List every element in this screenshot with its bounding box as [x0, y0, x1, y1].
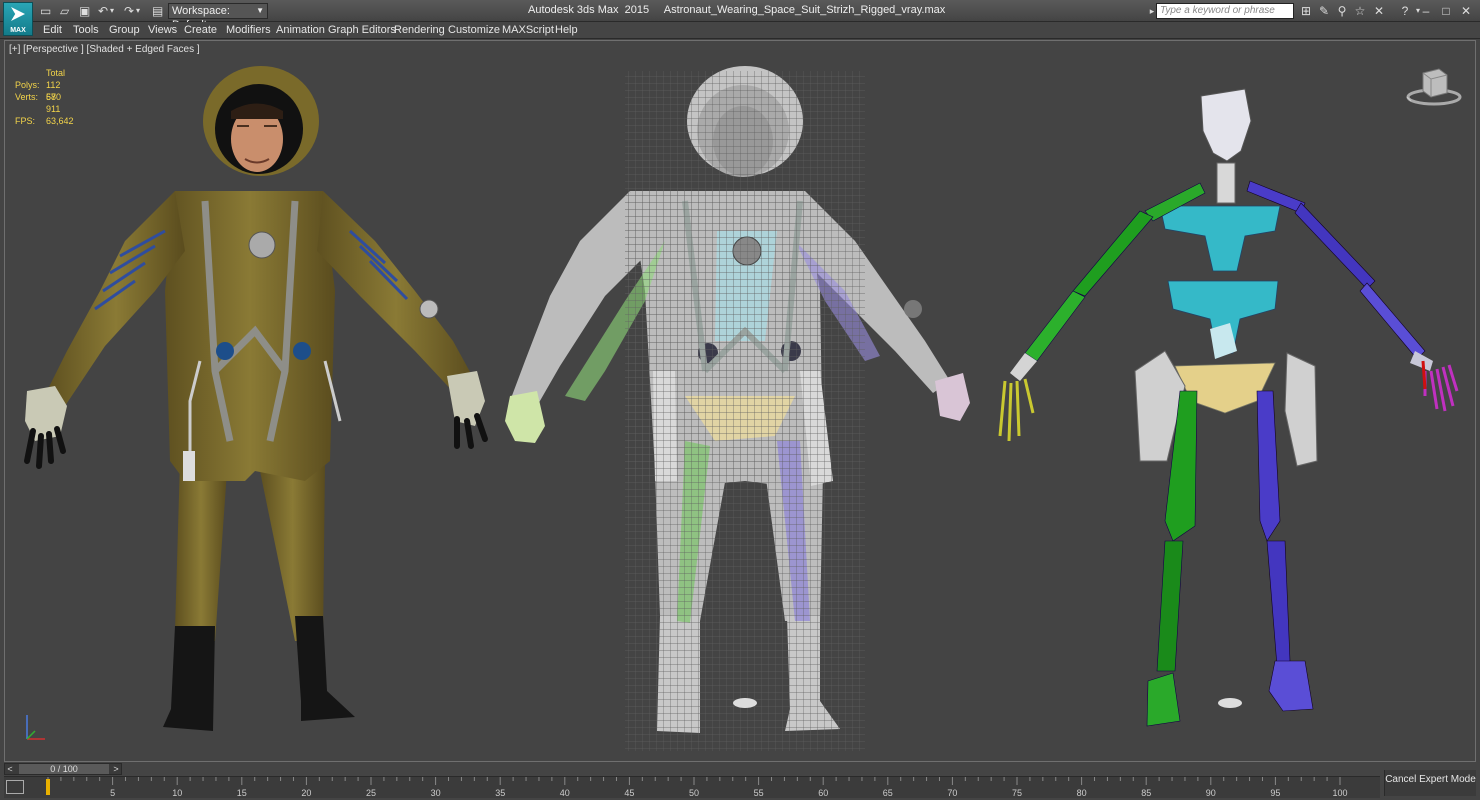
project-folder-icon[interactable]: ▤ [152, 4, 163, 18]
maximize-icon[interactable]: □ [1438, 3, 1454, 19]
tools-icon[interactable]: ✎ [1316, 3, 1332, 19]
star-icon[interactable]: ☆ [1352, 3, 1368, 19]
chevron-down-icon: ▼ [256, 6, 264, 15]
trackbar-toggle-icon[interactable] [6, 780, 24, 794]
menu-help[interactable]: Help [555, 24, 578, 36]
menu-tools[interactable]: Tools [73, 24, 99, 36]
max-logo-icon [11, 7, 25, 21]
viewport-label[interactable]: [+] [Perspective ] [Shaded + Edged Faces… [9, 44, 200, 55]
timeline-tick-label: 55 [754, 788, 764, 798]
timeline-track[interactable]: 5 10 15 20 25 30 35 40 45 50 55 60 65 70 75 80 85 90 95 100 [4, 776, 1380, 798]
viewcube-icon[interactable] [1405, 65, 1463, 109]
astronaut-textured-model[interactable] [24, 66, 488, 731]
search-input[interactable]: Type a keyword or phrase [1156, 3, 1294, 19]
app-logo-button[interactable]: MAX [3, 2, 33, 36]
frame-readout[interactable]: 0 / 100 [19, 764, 109, 774]
axis-tripod-icon [26, 715, 45, 740]
cancel-expert-mode-button[interactable]: Cancel Expert Mode [1384, 770, 1476, 796]
timeline-tick-label: 15 [237, 788, 247, 798]
menu-graph-editors[interactable]: Graph Editors [328, 24, 396, 36]
timeline-tick-label: 65 [883, 788, 893, 798]
next-frame-button[interactable]: > [111, 763, 121, 775]
undo-icon[interactable]: ↶ [98, 4, 108, 18]
skeleton-rig-model[interactable] [998, 88, 1459, 727]
timeline-tick-label: 25 [366, 788, 376, 798]
fps-label: FPS: [15, 116, 36, 126]
key-icon[interactable]: ⚲ [1334, 3, 1350, 19]
timeline-tick-label: 90 [1206, 788, 1216, 798]
exchange-icon[interactable]: ✕ [1371, 3, 1387, 19]
menu-views[interactable]: Views [148, 24, 177, 36]
open-file-icon[interactable]: ▱ [60, 4, 69, 18]
fps-value: 63,642 [46, 116, 74, 126]
current-frame-marker[interactable] [46, 779, 50, 795]
timeline-tick-label: 70 [947, 788, 957, 798]
save-icon[interactable]: ▣ [79, 4, 90, 18]
timeline-tick-label: 80 [1077, 788, 1087, 798]
polys-label: Polys: [15, 80, 40, 90]
redo-icon[interactable]: ↷ [124, 4, 134, 18]
timeline-tick-label: 45 [624, 788, 634, 798]
menu-rendering[interactable]: Rendering [394, 24, 445, 36]
timeline-tick-label: 75 [1012, 788, 1022, 798]
verts-value: 57 911 [46, 92, 61, 114]
timeline-tick-label: 20 [301, 788, 311, 798]
timeline-tick-label: 40 [560, 788, 570, 798]
time-slider[interactable]: < 0 / 100 > [4, 763, 122, 775]
menu-create[interactable]: Create [184, 24, 217, 36]
menu-bar: Edit Tools Group Views Create Modifiers … [0, 22, 1480, 39]
minimize-icon[interactable]: – [1418, 3, 1434, 19]
menu-customize[interactable]: Customize [448, 24, 500, 36]
menu-edit[interactable]: Edit [43, 24, 62, 36]
menu-animation[interactable]: Animation [276, 24, 325, 36]
stats-header: Total [46, 68, 66, 78]
timeline-tick-label: 50 [689, 788, 699, 798]
prev-frame-button[interactable]: < [5, 763, 15, 775]
new-file-icon[interactable]: ▭ [40, 4, 51, 18]
timeline-tick-label: 95 [1270, 788, 1280, 798]
timeline-tick-label: 100 [1332, 788, 1347, 798]
timeline-tick-label: 35 [495, 788, 505, 798]
binoculars-icon[interactable]: ⊞ [1298, 3, 1314, 19]
undo-dropdown-icon[interactable]: ▾ [110, 4, 114, 18]
menu-group[interactable]: Group [109, 24, 140, 36]
timeline-tick-label: 5 [110, 788, 115, 798]
scene-render [24, 66, 1459, 751]
app-logo-text: MAX [10, 27, 26, 34]
workspace-dropdown[interactable]: Workspace: Default ▼ [168, 3, 268, 31]
title-bar: MAX ▭ ▱ ▣ ↶ ▾ ↷ ▾ ▤ Workspace: Default ▼… [0, 0, 1480, 36]
astronaut-wireframe-model[interactable] [505, 66, 970, 751]
menu-modifiers[interactable]: Modifiers [226, 24, 271, 36]
window-title: Autodesk 3ds Max 2015 Astronaut_Wearing_… [528, 4, 946, 16]
menu-maxscript[interactable]: MAXScript [502, 24, 554, 36]
perspective-viewport[interactable]: [+] [Perspective ] [Shaded + Edged Faces… [4, 40, 1476, 762]
timeline-ruler: 5 10 15 20 25 30 35 40 45 50 55 60 65 70 75 80 85 90 95 100 [46, 777, 1348, 798]
verts-label: Verts: [15, 92, 39, 102]
timeline-tick-label: 85 [1141, 788, 1151, 798]
redo-dropdown-icon[interactable]: ▾ [136, 4, 140, 18]
close-icon[interactable]: ✕ [1458, 3, 1474, 19]
timeline-tick-label: 30 [431, 788, 441, 798]
timeline-tick-label: 10 [172, 788, 182, 798]
timeline-tick-label: 60 [818, 788, 828, 798]
